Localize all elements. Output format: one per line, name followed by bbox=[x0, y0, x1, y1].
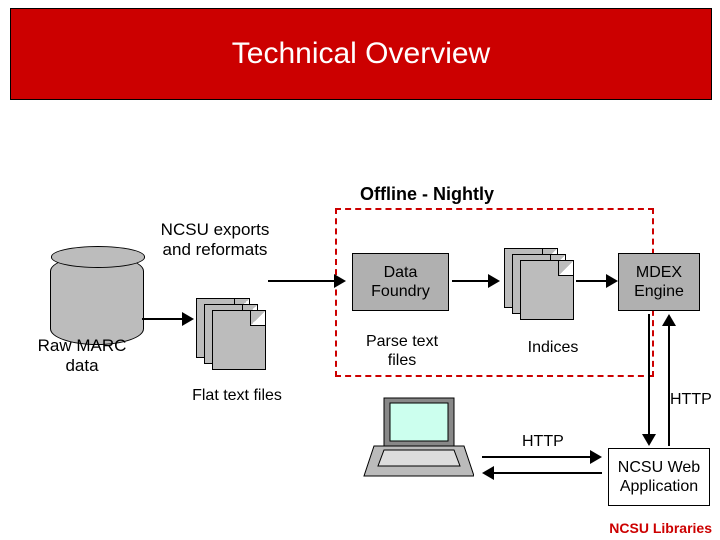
laptop-icon bbox=[354, 394, 474, 484]
arrow-right-icon bbox=[606, 274, 618, 288]
arrow-left-icon bbox=[482, 466, 494, 480]
data-foundry-label: Data Foundry bbox=[353, 263, 448, 301]
arrow-up-icon bbox=[662, 314, 676, 326]
arrow-right-icon bbox=[488, 274, 500, 288]
flat-files-icon bbox=[196, 298, 266, 370]
database-icon bbox=[50, 255, 144, 345]
arrow-laptop-to-webapp bbox=[482, 456, 590, 458]
offline-section-label: Offline - Nightly bbox=[360, 184, 494, 205]
arrow-foundry-to-indices bbox=[452, 280, 488, 282]
parse-text-caption: Parse text files bbox=[352, 332, 452, 370]
arrow-cyl-to-files bbox=[142, 318, 182, 320]
page-title: Technical Overview bbox=[232, 37, 490, 71]
raw-marc-caption: Raw MARC data bbox=[32, 336, 132, 377]
arrow-webapp-to-laptop bbox=[494, 472, 602, 474]
arrow-indices-to-mdex bbox=[576, 280, 606, 282]
arrow-down-icon bbox=[642, 434, 656, 446]
web-app-box: NCSU Web Application bbox=[608, 448, 710, 506]
flat-files-caption: Flat text files bbox=[192, 386, 282, 405]
ncsu-exports-label: NCSU exports and reformats bbox=[150, 220, 280, 261]
indices-icon bbox=[504, 248, 574, 320]
data-foundry-box: Data Foundry bbox=[352, 253, 449, 311]
arrow-webapp-to-mdex bbox=[668, 326, 670, 446]
mdex-engine-box: MDEX Engine bbox=[618, 253, 700, 311]
mdex-engine-label: MDEX Engine bbox=[619, 263, 699, 301]
title-banner: Technical Overview bbox=[10, 8, 712, 100]
http-vertical-label: HTTP bbox=[670, 390, 712, 409]
footer-brand: NCSU Libraries bbox=[609, 520, 712, 536]
arrow-right-icon bbox=[182, 312, 194, 326]
http-horizontal-label: HTTP bbox=[522, 432, 564, 451]
arrow-mdex-to-webapp bbox=[648, 314, 650, 434]
arrow-right-icon bbox=[590, 450, 602, 464]
arrow-files-to-foundry bbox=[268, 280, 334, 282]
arrow-right-icon bbox=[334, 274, 346, 288]
indices-caption: Indices bbox=[518, 338, 588, 357]
web-app-label: NCSU Web Application bbox=[609, 458, 709, 496]
